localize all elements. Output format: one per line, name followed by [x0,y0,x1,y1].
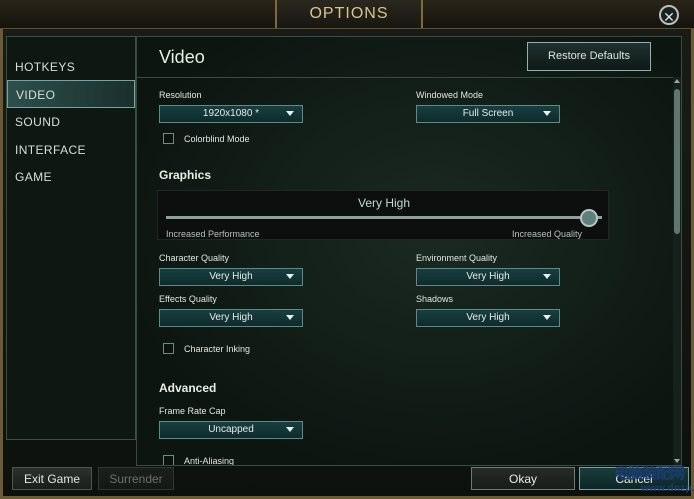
watermark-line-2: www.dnzp.com [641,483,694,494]
page-title: Video [159,47,205,67]
resolution-label: Resolution [159,90,202,100]
sidebar-item-label: GAME [15,170,52,184]
sidebar-item-label: HOTKEYS [15,60,76,74]
sidebar-item-label: INTERFACE [15,143,86,157]
character-quality-value: Very High [209,271,253,282]
environment-quality-label: Environment Quality [416,253,498,263]
sidebar-item-label: VIDEO [16,88,56,102]
sidebar-item-video[interactable]: VIDEO [7,80,135,108]
shadows-value: Very High [466,312,510,323]
watermark-line-1: 电脑装配网 [614,465,685,482]
windowed-mode-value: Full Screen [462,108,514,119]
environment-quality-value: Very High [466,271,510,282]
chevron-down-icon [543,111,551,116]
chevron-down-icon [286,427,294,432]
sidebar-item-hotkeys[interactable]: HOTKEYS [7,53,135,81]
surrender-button[interactable]: Surrender [98,467,174,490]
sidebar-item-sound[interactable]: SOUND [7,108,135,136]
colorblind-mode-label: Colorblind Mode [184,134,250,144]
chevron-down-icon [286,274,294,279]
increased-performance-label: Increased Performance [166,229,260,239]
resolution-value: 1920x1080 * [202,108,260,119]
window-title: OPTIONS [275,0,423,28]
settings-scrollbar[interactable] [673,77,681,465]
chevron-down-icon [286,315,294,320]
watermark: 电脑装配网 www.dnzp.com [612,462,694,499]
increased-quality-label: Increased Quality [512,229,583,239]
chevron-down-icon [286,111,294,116]
advanced-section-title: Advanced [159,381,217,395]
scroll-up-icon[interactable] [673,77,681,85]
character-quality-label: Character Quality [159,253,230,263]
sidebar: HOTKEYS VIDEO SOUND INTERFACE GAME [6,36,136,440]
exit-game-button[interactable]: Exit Game [12,467,92,490]
sidebar-item-interface[interactable]: INTERFACE [7,136,135,164]
windowed-mode-label: Windowed Mode [416,90,484,100]
shadows-label: Shadows [416,294,454,304]
restore-defaults-button[interactable]: Restore Defaults [527,42,651,71]
effects-quality-label: Effects Quality [159,294,217,304]
frame-rate-cap-label: Frame Rate Cap [159,406,226,416]
graphics-quality-value: Very High [357,196,411,210]
frame-rate-cap-dropdown[interactable]: Uncapped [159,421,303,439]
anti-aliasing-label: Anti-Aliasing [184,456,235,466]
okay-button[interactable]: Okay [471,467,575,490]
character-quality-dropdown[interactable]: Very High [159,268,303,286]
environment-quality-dropdown[interactable]: Very High [416,268,560,286]
character-inking-label: Character Inking [184,344,251,354]
chevron-down-icon [543,274,551,279]
slider-fill [166,216,602,219]
chevron-down-icon [543,315,551,320]
shadows-dropdown[interactable]: Very High [416,309,560,327]
frame-rate-cap-value: Uncapped [208,424,254,435]
header-divider [137,77,681,78]
title-bar: OPTIONS ✕ [0,0,694,29]
character-inking-checkbox[interactable] [163,343,174,354]
resolution-dropdown[interactable]: 1920x1080 * [159,105,303,123]
colorblind-mode-checkbox[interactable] [163,133,174,144]
effects-quality-dropdown[interactable]: Very High [159,309,303,327]
graphics-quality-slider[interactable]: Very High Increased Performance Increase… [157,190,609,240]
effects-quality-value: Very High [209,312,253,323]
close-icon[interactable]: ✕ [659,5,679,25]
sidebar-item-label: SOUND [15,115,61,129]
video-settings-panel: Video Restore Defaults Resolution 1920x1… [136,36,682,466]
sidebar-item-game[interactable]: GAME [7,163,135,191]
windowed-mode-dropdown[interactable]: Full Screen [416,105,560,123]
anti-aliasing-checkbox[interactable] [163,455,174,465]
slider-handle[interactable] [580,209,598,227]
scroll-thumb[interactable] [674,89,680,234]
graphics-section-title: Graphics [159,168,212,182]
